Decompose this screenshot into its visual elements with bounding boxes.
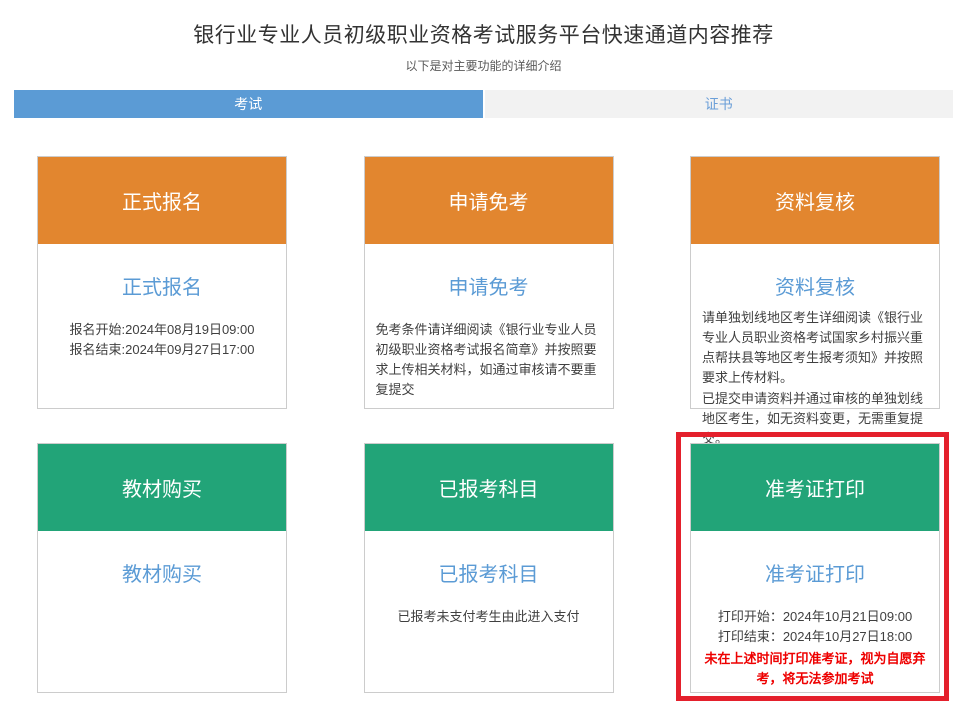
- card-header: 正式报名: [38, 157, 286, 244]
- card-text-line: 打印结束：2024年10月27日18:00: [701, 627, 929, 647]
- card-text-line: 免考条件请详细阅读《银行业专业人员初级职业资格考试报名简章》并按照要求上传相关材…: [376, 320, 602, 401]
- card-body: 已报考未支付考生由此进入支付: [365, 607, 613, 627]
- card-header: 教材购买: [38, 444, 286, 531]
- formal-registration-link[interactable]: 正式报名: [38, 271, 286, 300]
- card-text-line: 报名开始:2024年08月19日09:00: [48, 320, 276, 340]
- card-header: 申请免考: [365, 157, 613, 244]
- print-deadline-warning: 未在上述时间打印准考证，视为自愿弃考，将无法参加考试: [691, 649, 939, 689]
- card-text-line: 已报考未支付考生由此进入支付: [375, 607, 603, 627]
- card-body: 请单独划线地区考生详细阅读《银行业专业人员职业资格考试国家乡村振兴重点帮扶县等地…: [691, 308, 939, 449]
- card-text-line: 打印开始：2024年10月21日09:00: [701, 607, 929, 627]
- card-header: 资料复核: [691, 157, 939, 244]
- card-header: 准考证打印: [691, 444, 939, 531]
- card-material-review: 资料复核 资料复核 请单独划线地区考生详细阅读《银行业专业人员职业资格考试国家乡…: [690, 156, 940, 409]
- registered-subjects-link[interactable]: 已报考科目: [365, 558, 613, 587]
- page-title: 银行业专业人员初级职业资格考试服务平台快速通道内容推荐: [0, 19, 967, 49]
- card-formal-registration: 正式报名 正式报名 报名开始:2024年08月19日09:00 报名结束:202…: [37, 156, 287, 409]
- card-body: 免考条件请详细阅读《银行业专业人员初级职业资格考试报名简章》并按照要求上传相关材…: [365, 320, 613, 401]
- tab-exam[interactable]: 考试: [14, 90, 483, 118]
- card-admission-ticket-print: 准考证打印 准考证打印 打印开始：2024年10月21日09:00 打印结束：2…: [690, 443, 940, 693]
- tab-bar: 考试 证书: [14, 90, 953, 118]
- card-text-line: 请单独划线地区考生详细阅读《银行业专业人员职业资格考试国家乡村振兴重点帮扶县等地…: [702, 308, 928, 389]
- card-textbook-purchase: 教材购买 教材购买: [37, 443, 287, 693]
- card-grid: 正式报名 正式报名 报名开始:2024年08月19日09:00 报名结束:202…: [37, 156, 940, 693]
- tab-certificate[interactable]: 证书: [485, 90, 954, 118]
- exemption-application-link[interactable]: 申请免考: [365, 271, 613, 300]
- card-body: 报名开始:2024年08月19日09:00 报名结束:2024年09月27日17…: [38, 320, 286, 360]
- card-registered-subjects: 已报考科目 已报考科目 已报考未支付考生由此进入支付: [364, 443, 614, 693]
- page-subtitle: 以下是对主要功能的详细介绍: [0, 57, 967, 74]
- card-text-line: 已提交申请资料并通过审核的单独划线地区考生，如无资料变更，无需重复提交。: [702, 389, 928, 449]
- material-review-link[interactable]: 资料复核: [691, 271, 939, 300]
- card-body: 打印开始：2024年10月21日09:00 打印结束：2024年10月27日18…: [691, 607, 939, 647]
- textbook-purchase-link[interactable]: 教材购买: [38, 558, 286, 587]
- admission-ticket-print-link[interactable]: 准考证打印: [691, 558, 939, 587]
- card-text-line: 报名结束:2024年09月27日17:00: [48, 340, 276, 360]
- card-header: 已报考科目: [365, 444, 613, 531]
- card-exemption-application: 申请免考 申请免考 免考条件请详细阅读《银行业专业人员初级职业资格考试报名简章》…: [364, 156, 614, 409]
